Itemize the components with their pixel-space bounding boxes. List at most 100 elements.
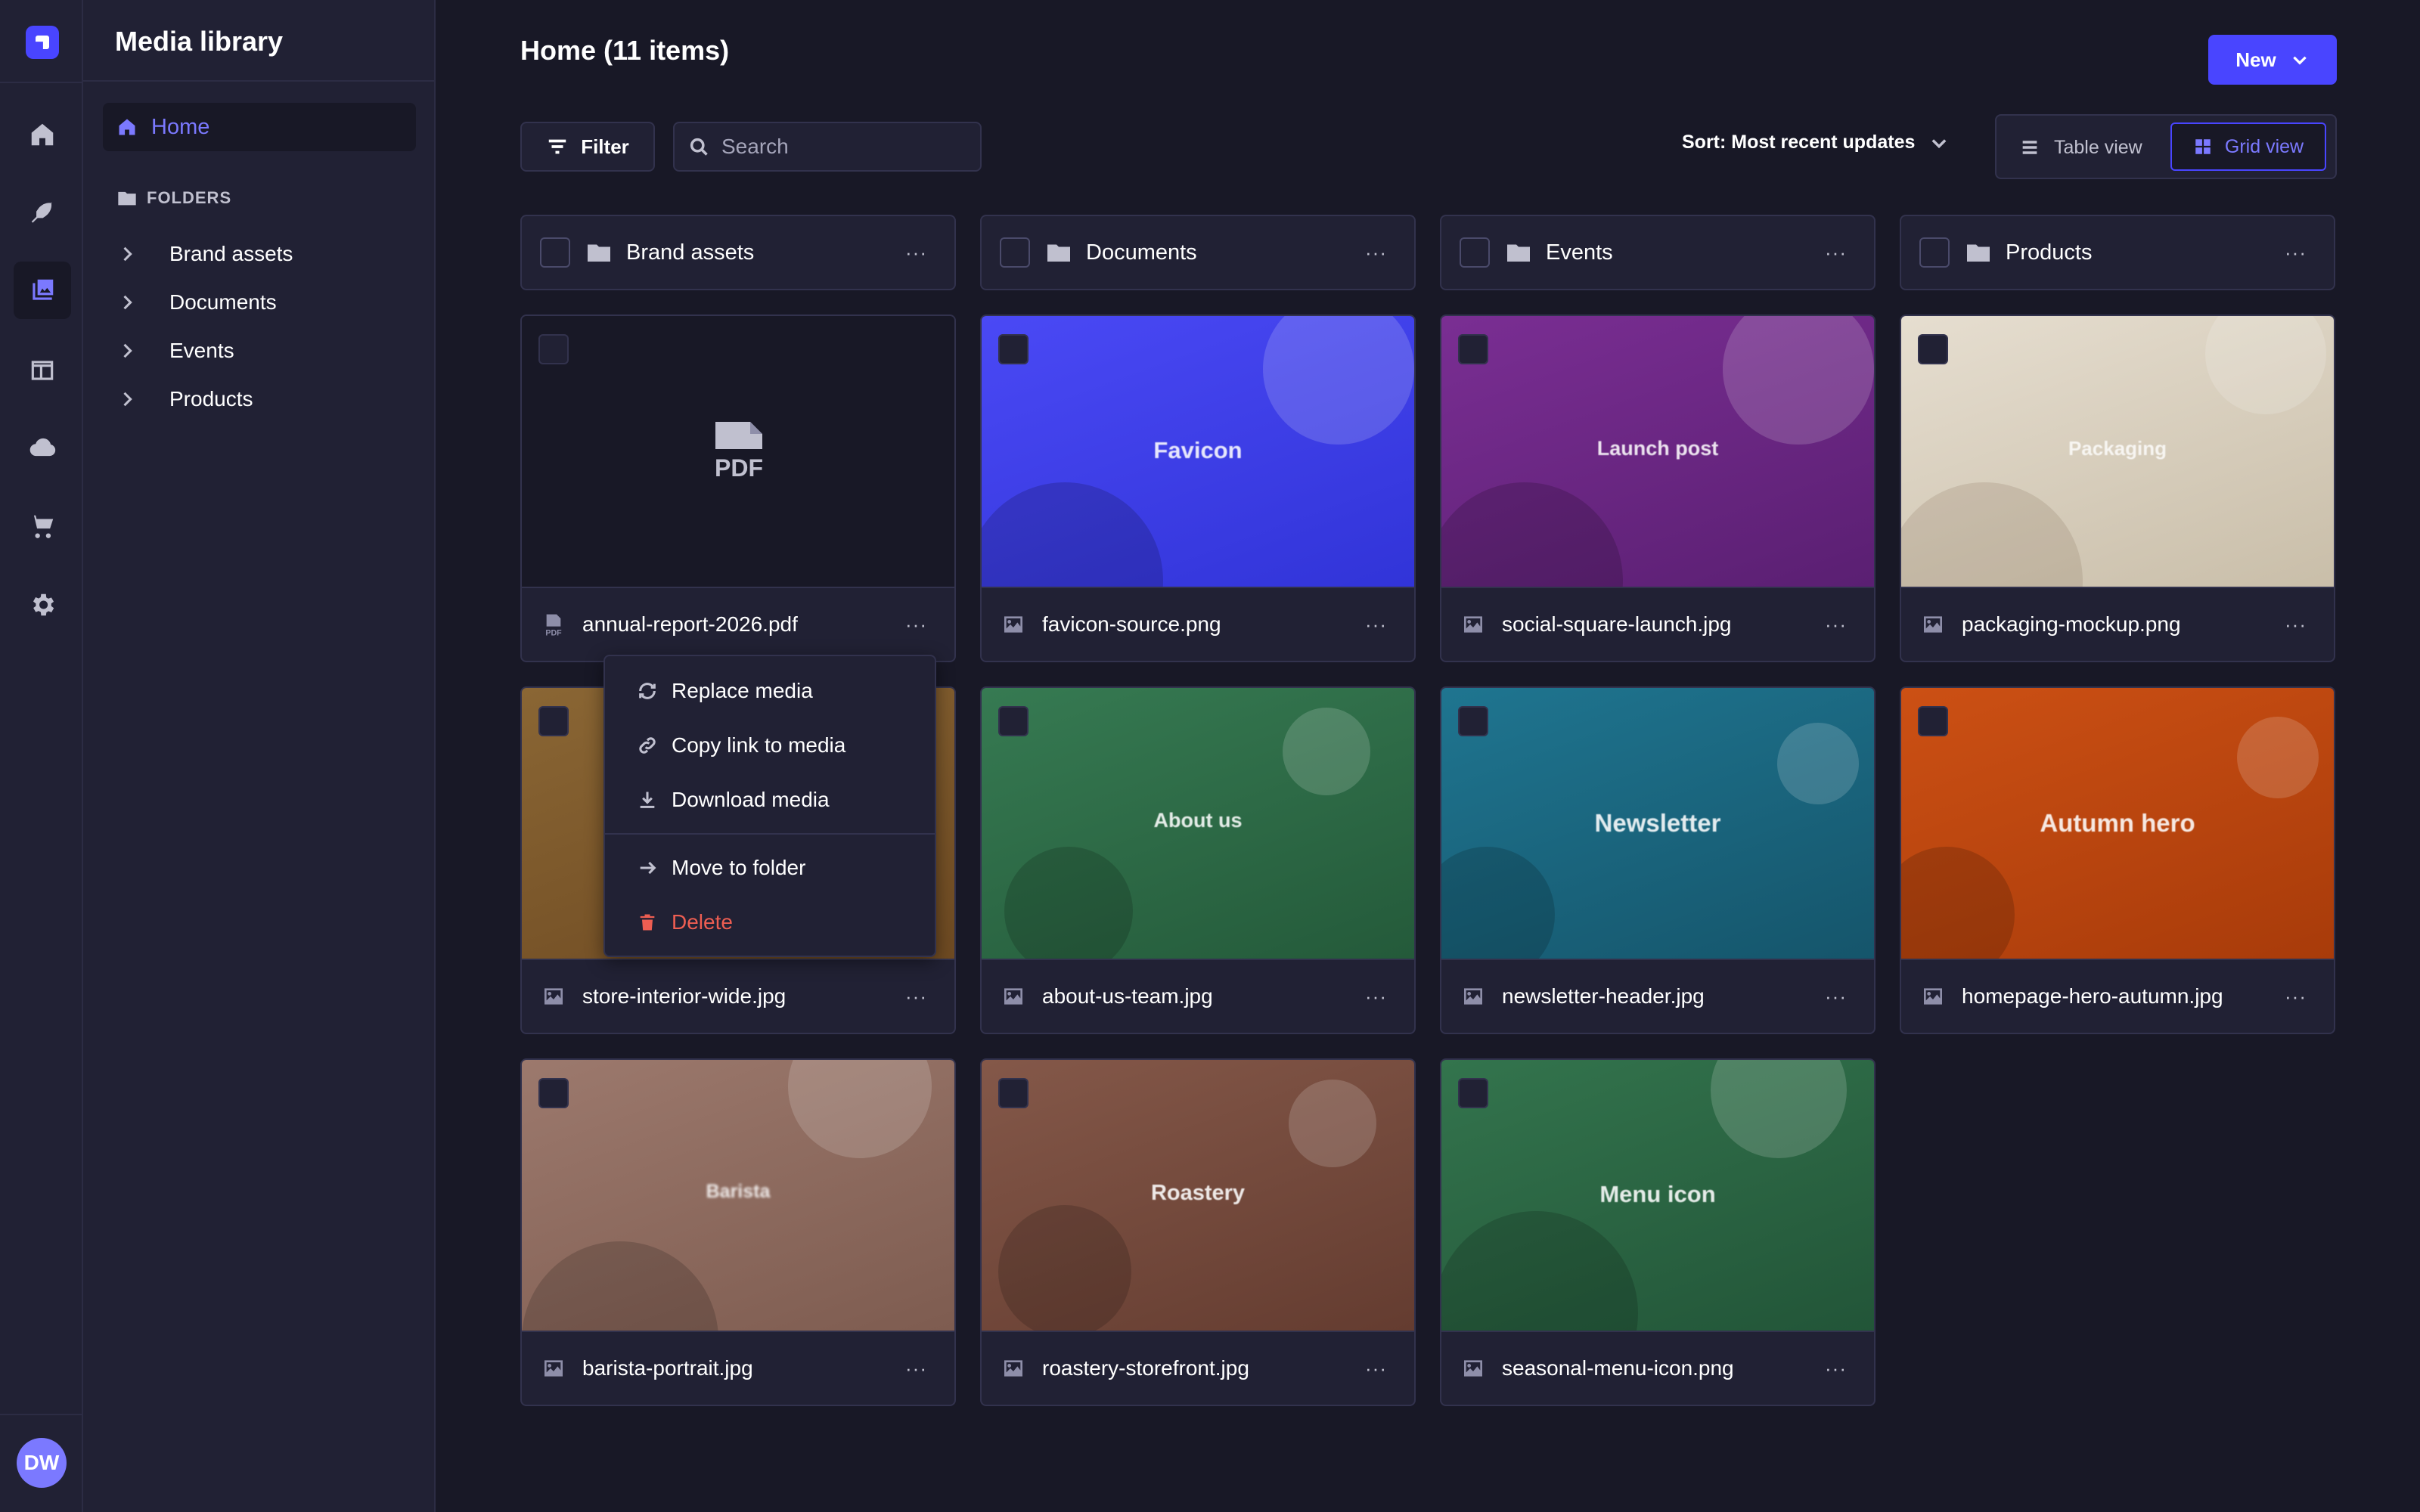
more-options-icon[interactable]: ··· <box>1365 243 1387 262</box>
asset-card[interactable]: PDF PDF annual-report-2026.pdf ··· <box>520 314 956 662</box>
more-options-icon[interactable]: ··· <box>2285 615 2307 634</box>
folder-card[interactable]: Brand assets ··· <box>520 215 956 290</box>
thumb-decoration <box>1901 847 2015 959</box>
asset-card[interactable]: Roastery roastery-storefront.jpg ··· <box>980 1058 1416 1406</box>
asset-card[interactable]: Menu icon seasonal-menu-icon.png ··· <box>1440 1058 1876 1406</box>
thumbnail-text: Autumn hero <box>2040 809 2195 837</box>
asset-checkbox[interactable] <box>998 1078 1028 1108</box>
rail-marketplace-button[interactable] <box>14 497 71 555</box>
rail-settings-button[interactable] <box>14 576 71 634</box>
asset-meta: homepage-hero-autumn.jpg ··· <box>1901 959 2334 1033</box>
pdf-file-icon: PDF <box>715 422 763 481</box>
folder-checkbox[interactable] <box>1460 237 1490 268</box>
more-options-icon[interactable]: ··· <box>1825 987 1847 1006</box>
more-options-icon[interactable]: ··· <box>905 615 927 634</box>
image-icon <box>544 1360 563 1377</box>
menu-divider <box>605 833 935 835</box>
asset-checkbox[interactable] <box>1458 1078 1488 1108</box>
menu-item-move-to-folder[interactable]: Move to folder <box>637 851 805 885</box>
subnav-item-home[interactable]: Home <box>103 103 416 151</box>
chevron-down-icon <box>1931 138 1947 148</box>
tree-item-label: Brand assets <box>169 242 293 265</box>
page-title: Home (11 items) <box>520 35 730 66</box>
more-options-icon[interactable]: ··· <box>1365 987 1387 1006</box>
asset-filename: packaging-mockup.png <box>1962 612 2181 636</box>
pdf-file-icon: PDF <box>545 614 562 637</box>
asset-checkbox[interactable] <box>1458 706 1488 736</box>
more-options-icon[interactable]: ··· <box>905 243 927 262</box>
sort-dropdown[interactable]: Sort: Most recent updates <box>1682 132 1950 153</box>
app-logo-icon[interactable] <box>26 26 59 59</box>
folder-checkbox[interactable] <box>1919 237 1950 268</box>
asset-meta: social-square-launch.jpg ··· <box>1441 587 1874 661</box>
asset-thumbnail: Newsletter <box>1441 688 1874 959</box>
asset-card[interactable]: Barista barista-portrait.jpg ··· <box>520 1058 956 1406</box>
menu-item-delete[interactable]: Delete <box>637 906 733 939</box>
asset-checkbox[interactable] <box>998 706 1028 736</box>
link-icon <box>639 737 656 754</box>
menu-item-replace-media[interactable]: Replace media <box>637 674 813 708</box>
menu-item-download-media[interactable]: Download media <box>637 783 830 816</box>
thumbnail-text: Newsletter <box>1594 809 1721 837</box>
rail-media-library-button[interactable] <box>14 262 71 319</box>
rail-content-manager-button[interactable] <box>14 184 71 242</box>
image-icon <box>1004 988 1022 1005</box>
filter-button[interactable]: Filter <box>520 122 655 172</box>
more-options-icon[interactable]: ··· <box>1365 615 1387 634</box>
asset-checkbox[interactable] <box>538 334 569 364</box>
asset-card[interactable]: Newsletter newsletter-header.jpg ··· <box>1440 686 1876 1034</box>
asset-checkbox[interactable] <box>538 1078 569 1108</box>
more-options-icon[interactable]: ··· <box>905 1359 927 1378</box>
asset-card[interactable]: Launch post social-square-launch.jpg ··· <box>1440 314 1876 662</box>
more-options-icon[interactable]: ··· <box>905 987 927 1006</box>
chevron-right-icon <box>123 246 132 262</box>
tree-item-documents[interactable]: Documents <box>116 287 277 318</box>
asset-card[interactable]: Favicon favicon-source.png ··· <box>980 314 1416 662</box>
asset-card[interactable]: Autumn hero homepage-hero-autumn.jpg ··· <box>1900 686 2335 1034</box>
view-toggle: Table view Grid view <box>1995 114 2337 179</box>
asset-checkbox[interactable] <box>998 334 1028 364</box>
rail-layout-button[interactable] <box>14 342 71 399</box>
folder-card[interactable]: Products ··· <box>1900 215 2335 290</box>
menu-item-label: Copy link to media <box>672 733 846 757</box>
folder-checkbox[interactable] <box>540 237 570 268</box>
new-button[interactable]: New <box>2208 35 2337 85</box>
asset-card[interactable]: Packaging packaging-mockup.png ··· <box>1900 314 2335 662</box>
asset-checkbox[interactable] <box>1918 706 1948 736</box>
download-icon <box>640 792 655 808</box>
more-options-icon[interactable]: ··· <box>1825 243 1847 262</box>
folder-checkbox[interactable] <box>1000 237 1030 268</box>
asset-card[interactable]: About us about-us-team.jpg ··· <box>980 686 1416 1034</box>
tree-item-brand-assets[interactable]: Brand assets <box>116 239 293 269</box>
rail-cloud-button[interactable] <box>14 419 71 476</box>
list-icon <box>2022 141 2037 154</box>
asset-checkbox[interactable] <box>538 706 569 736</box>
more-options-icon[interactable]: ··· <box>1825 615 1847 634</box>
new-button-label: New <box>2235 48 2276 71</box>
thumb-decoration <box>522 1241 718 1331</box>
menu-item-copy-link[interactable]: Copy link to media <box>637 729 845 762</box>
asset-checkbox[interactable] <box>1918 334 1948 364</box>
svg-text:PDF: PDF <box>545 629 562 637</box>
tree-item-products[interactable]: Products <box>116 384 253 414</box>
thumb-decoration <box>1711 1060 1847 1158</box>
folder-card[interactable]: Events ··· <box>1440 215 1876 290</box>
search-input[interactable] <box>721 135 963 159</box>
asset-meta: PDF annual-report-2026.pdf ··· <box>522 587 954 661</box>
gear-icon <box>33 593 54 616</box>
more-options-icon[interactable]: ··· <box>1365 1359 1387 1378</box>
user-avatar[interactable]: DW <box>17 1438 67 1488</box>
more-options-icon[interactable]: ··· <box>2285 987 2307 1006</box>
thumbnail-text: Packaging <box>2068 437 2167 460</box>
folder-card[interactable]: Documents ··· <box>980 215 1416 290</box>
asset-meta: seasonal-menu-icon.png ··· <box>1441 1331 1874 1405</box>
more-options-icon[interactable]: ··· <box>1825 1359 1847 1378</box>
asset-thumbnail: Menu icon <box>1441 1060 1874 1331</box>
asset-meta: packaging-mockup.png ··· <box>1901 587 2334 661</box>
table-view-button[interactable]: Table view <box>2019 126 2142 169</box>
more-options-icon[interactable]: ··· <box>2285 243 2307 262</box>
grid-view-button[interactable]: Grid view <box>2170 122 2326 171</box>
rail-home-button[interactable] <box>14 106 71 163</box>
asset-checkbox[interactable] <box>1458 334 1488 364</box>
tree-item-events[interactable]: Events <box>116 336 234 366</box>
